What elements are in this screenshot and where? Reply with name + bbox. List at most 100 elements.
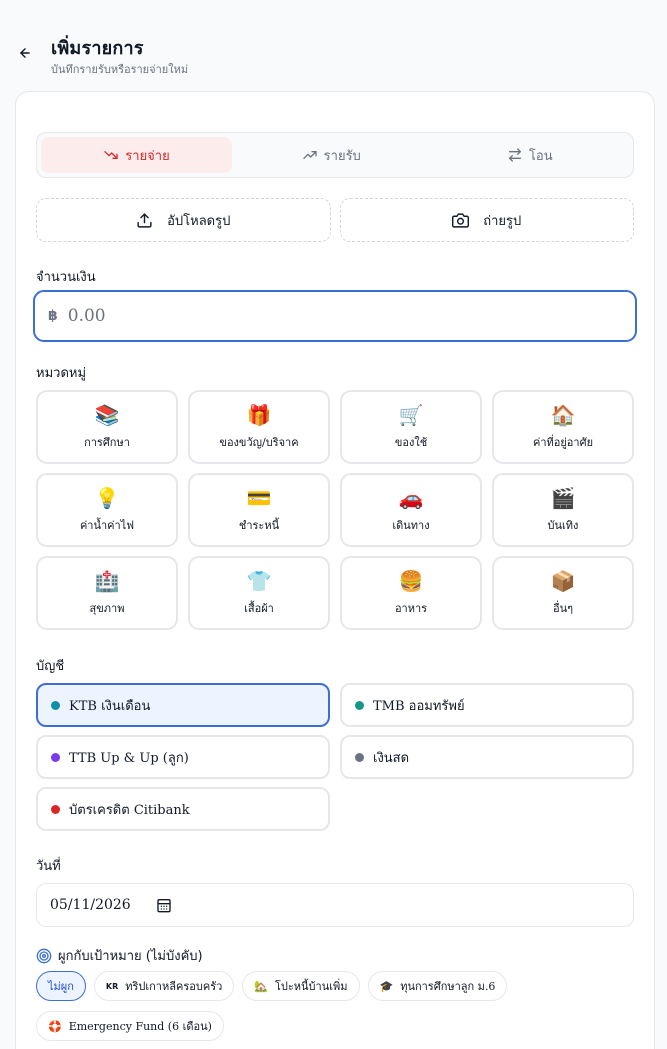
target-icon <box>36 948 52 963</box>
category-icon: 🎁 <box>246 403 272 427</box>
tab-transfer[interactable]: โอน <box>431 137 630 173</box>
category-item[interactable]: 🍔 อาหาร <box>340 556 482 630</box>
baht-currency-symbol: ฿ <box>48 308 58 324</box>
account-option[interactable]: KTB เงินเดือน <box>36 683 330 727</box>
amount-input[interactable] <box>67 306 568 326</box>
page-title: เพิ่มรายการ <box>51 38 144 59</box>
category-name: อื่นๆ <box>552 602 574 615</box>
back-button[interactable] <box>14 42 36 64</box>
category-item[interactable]: 💳 ชำระหนี้ <box>188 473 330 547</box>
goal-section-label: ผูกกับเป้าหมาย (ไม่บังคับ) <box>36 945 203 966</box>
amount-field[interactable]: ฿ <box>33 290 637 342</box>
category-name: อาหาร <box>394 602 428 615</box>
goal-chip-icon: 🛟 <box>48 1019 62 1033</box>
goal-chip-icon: 🏡 <box>254 979 268 993</box>
trending-down-icon <box>104 151 118 159</box>
category-item[interactable]: 🏠 ค่าที่อยู่อาศัย <box>492 390 634 464</box>
category-name: เดินทาง <box>392 519 430 532</box>
category-name: ค่าน้ำค่าไฟ <box>79 519 135 532</box>
goal-chip[interactable]: 🛟 Emergency Fund (6 เดือน) <box>36 1011 224 1041</box>
transaction-type-tabs: รายจ่าย รายรับ โอน <box>36 132 634 178</box>
category-item[interactable]: 🎁 ของขวัญ/บริจาค <box>188 390 330 464</box>
account-color-dot <box>355 700 364 710</box>
upload-photo-label: อัปโหลดรูป <box>167 213 231 229</box>
account-option[interactable]: TTB Up & Up (ลูก) <box>36 735 330 779</box>
upload-icon <box>137 212 152 228</box>
arrows-swap-icon <box>508 148 521 162</box>
tab-income-label: รายรับ <box>323 148 361 164</box>
category-grid: 📚 การศึกษา 🎁 ของขวัญ/บริจาค 🛒 ของใช้ 🏠 ค่าที่อย… <box>36 390 634 630</box>
category-icon: 🏥 <box>94 569 120 593</box>
category-icon: 🎬 <box>550 486 576 510</box>
category-item[interactable]: 📦 อื่นๆ <box>492 556 634 630</box>
account-name: TTB Up & Up (ลูก) <box>69 750 189 766</box>
receipt-upload-row: อัปโหลดรูป ถ่ายรูป <box>36 198 634 242</box>
page-header: เพิ่มรายการ บันทึกรายรับหรือรายจ่ายใหม่ <box>0 0 667 90</box>
category-icon: 💡 <box>94 486 120 510</box>
goal-chips: ไม่ผูก KR ทริปเกาหลีครอบครัว 🏡 โปะหนี้บ้านเพ… <box>36 971 636 1041</box>
account-name: KTB เงินเดือน <box>69 698 151 714</box>
take-photo-button[interactable]: ถ่ายรูป <box>339 198 634 242</box>
category-icon: 🛒 <box>398 403 424 427</box>
category-name: ของขวัญ/บริจาค <box>219 436 299 449</box>
category-item[interactable]: 🎬 บันเทิง <box>492 473 634 547</box>
upload-photo-button[interactable]: อัปโหลดรูป <box>36 198 331 242</box>
trending-up-icon <box>303 151 317 159</box>
goal-chip-label: ทริปเกาหลีครอบครัว <box>125 980 223 993</box>
account-option[interactable]: บัตรเครดิต Citibank <box>36 787 330 831</box>
date-label: วันที่ <box>36 859 61 874</box>
account-color-dot <box>51 804 60 814</box>
category-name: ค่าที่อยู่อาศัย <box>532 436 594 449</box>
account-color-dot <box>355 752 364 762</box>
category-label: หมวดหมู่ <box>36 366 87 381</box>
goal-chip[interactable]: KR ทริปเกาหลีครอบครัว <box>93 971 235 1001</box>
account-name: TMB ออมทรัพย์ <box>373 698 465 714</box>
category-name: ของใช้ <box>394 436 428 449</box>
category-name: การศึกษา <box>84 436 130 449</box>
tab-expense-label: รายจ่าย <box>125 148 170 164</box>
category-item[interactable]: 🛒 ของใช้ <box>340 390 482 464</box>
category-name: บันเทิง <box>547 519 579 532</box>
date-value: 05/11/2026 <box>50 897 131 913</box>
goal-chip-icon: 🎓 <box>379 979 394 993</box>
account-name: เงินสด <box>373 750 410 766</box>
goal-chip[interactable]: 🏡 โปะหนี้บ้านเพิ่ม <box>242 971 360 1001</box>
arrow-left-icon <box>20 48 30 58</box>
amount-label: จำนวนเงิน <box>36 270 96 285</box>
category-item[interactable]: 🚗 เดินทาง <box>340 473 482 547</box>
account-grid: KTB เงินเดือน TMB ออมทรัพย์ TTB Up & Up (ล… <box>36 683 634 831</box>
account-option[interactable]: TMB ออมทรัพย์ <box>340 683 634 727</box>
goal-chip-label: ทุนการศึกษาลูก ม.6 <box>400 980 496 993</box>
tab-transfer-label: โอน <box>528 148 553 164</box>
category-icon: 👕 <box>246 569 272 593</box>
category-name: สุขภาพ <box>89 602 125 615</box>
camera-icon <box>452 212 470 228</box>
category-item[interactable]: 💡 ค่าน้ำค่าไฟ <box>36 473 178 547</box>
goal-chip[interactable]: 🎓 ทุนการศึกษาลูก ม.6 <box>367 971 508 1001</box>
calendar-icon[interactable] <box>156 897 172 913</box>
category-item[interactable]: 🏥 สุขภาพ <box>36 556 178 630</box>
take-photo-label: ถ่ายรูป <box>483 213 522 229</box>
category-icon: 📦 <box>550 569 576 593</box>
account-option[interactable]: เงินสด <box>340 735 634 779</box>
date-field[interactable]: 05/11/2026 <box>36 883 634 927</box>
account-name: บัตรเครดิต Citibank <box>69 802 190 818</box>
category-icon: 🏠 <box>550 403 576 427</box>
goal-chip-icon: KR <box>105 981 119 991</box>
tab-income[interactable]: รายรับ <box>232 137 431 173</box>
goal-chip-label: โปะหนี้บ้านเพิ่ม <box>274 980 348 993</box>
category-icon: 🍔 <box>398 569 424 593</box>
category-icon: 📚 <box>94 403 120 427</box>
account-color-dot <box>51 752 60 762</box>
goal-chip-label: ไม่ผูก <box>48 980 74 993</box>
category-name: เสื้อผ้า <box>244 602 274 615</box>
account-color-dot <box>51 700 60 710</box>
category-item[interactable]: 👕 เสื้อผ้า <box>188 556 330 630</box>
account-label: บัญชี <box>36 659 65 674</box>
category-item[interactable]: 📚 การศึกษา <box>36 390 178 464</box>
goal-label-text: ผูกกับเป้าหมาย (ไม่บังคับ) <box>58 949 203 964</box>
category-icon: 💳 <box>246 486 272 510</box>
category-icon: 🚗 <box>398 486 424 510</box>
goal-chip[interactable]: ไม่ผูก <box>36 971 86 1001</box>
tab-expense[interactable]: รายจ่าย <box>41 137 232 173</box>
